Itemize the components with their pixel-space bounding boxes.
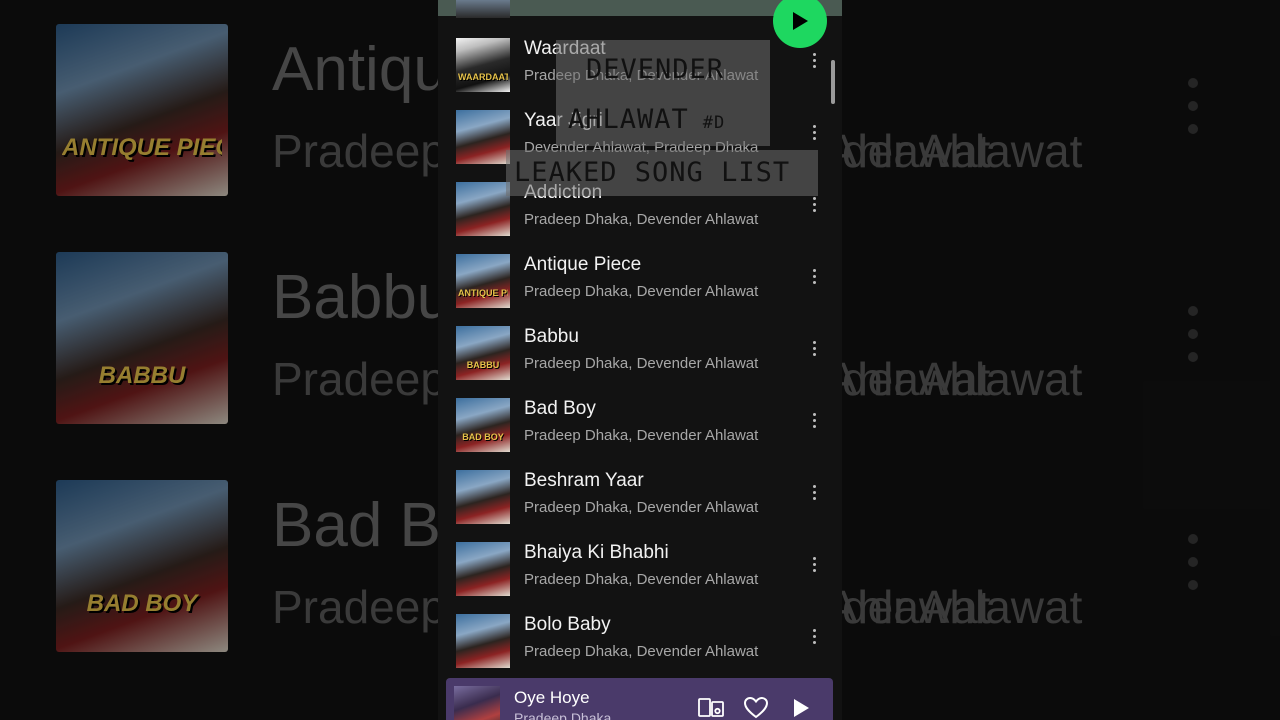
track-title: Beshram Yaar bbox=[524, 470, 644, 491]
track-artist: Pradeep Dhaka, Devender Ahlawat bbox=[524, 643, 759, 660]
more-vertical-icon[interactable] bbox=[804, 552, 824, 576]
more-vertical-icon[interactable] bbox=[804, 624, 824, 648]
heart-icon bbox=[743, 696, 769, 719]
more-vertical-icon[interactable] bbox=[804, 408, 824, 432]
track-artist: Pradeep Dhaka, Devender Ahlawat bbox=[524, 571, 759, 588]
play-icon bbox=[793, 12, 808, 30]
devices-button[interactable] bbox=[696, 694, 726, 720]
mini-play-button[interactable] bbox=[786, 694, 816, 720]
album-art-label: WAARDAAT bbox=[458, 72, 508, 82]
track-title: Antique Piece bbox=[524, 254, 642, 275]
track-album-art bbox=[456, 110, 510, 164]
track-artist: Pradeep Dhaka, Devender Ahlawat bbox=[524, 355, 759, 372]
track-album-art: BAD BOY bbox=[456, 398, 510, 452]
more-vertical-icon[interactable] bbox=[804, 480, 824, 504]
track-row[interactable]: Bolo Baby Pradeep Dhaka, Devender Ahlawat bbox=[438, 612, 842, 684]
more-vertical-icon[interactable] bbox=[804, 120, 824, 144]
track-row[interactable]: BAD BOY Bad Boy Pradeep Dhaka, Devender Ah… bbox=[438, 396, 842, 468]
album-art-label: BAD BOY bbox=[462, 432, 504, 442]
album-art-label: ANTIQUE PIECE bbox=[458, 288, 508, 298]
track-album-art: BABBU bbox=[456, 326, 510, 380]
track-title: Bolo Baby bbox=[524, 614, 611, 635]
track-album-art bbox=[456, 470, 510, 524]
caption-line-2-suffix: #D bbox=[702, 113, 726, 133]
track-row[interactable]: BABBU Babbu Pradeep Dhaka, Devender Ahlawa… bbox=[438, 324, 842, 396]
track-artist: Pradeep Dhaka, Devender Ahlawat bbox=[524, 427, 759, 444]
caption-line-2: AHLAWAT #D bbox=[556, 94, 770, 146]
more-vertical-icon[interactable] bbox=[804, 336, 824, 360]
album-art-label: BABBU bbox=[466, 360, 500, 370]
caption-line-2-text: AHLAWAT bbox=[568, 104, 689, 135]
track-artist: Pradeep Dhaka, Devender Ahlawat bbox=[524, 499, 759, 516]
like-button[interactable] bbox=[741, 694, 771, 720]
track-album-art bbox=[456, 542, 510, 596]
track-artist: Pradeep Dhaka, Devender Ahlawat bbox=[524, 283, 759, 300]
track-row[interactable]: ANTIQUE PIECE Antique Piece Pradeep Dhaka,… bbox=[438, 252, 842, 324]
track-artist: Pradeep Dhaka, Devender Ahlawat bbox=[524, 211, 759, 228]
more-vertical-icon[interactable] bbox=[804, 48, 824, 72]
track-album-art bbox=[456, 614, 510, 668]
devices-icon bbox=[698, 698, 724, 717]
track-title: Bhaiya Ki Bhabhi bbox=[524, 542, 669, 563]
play-icon bbox=[794, 699, 809, 717]
track-title: Bad Boy bbox=[524, 398, 596, 419]
now-playing-art bbox=[454, 686, 500, 720]
caption-line-1: DEVENDER bbox=[556, 40, 770, 94]
more-vertical-icon[interactable] bbox=[804, 264, 824, 288]
scrollbar[interactable] bbox=[831, 60, 835, 104]
caption-line-3: LEAKED SONG LIST bbox=[506, 150, 818, 196]
track-row[interactable]: Beshram Yaar Pradeep Dhaka, Devender Ahla… bbox=[438, 468, 842, 540]
track-album-art bbox=[456, 182, 510, 236]
track-album-art: ANTIQUE PIECE bbox=[456, 254, 510, 308]
track-album-art: WAARDAAT bbox=[456, 38, 510, 92]
previous-track-art bbox=[456, 0, 510, 18]
track-row[interactable]: Bhaiya Ki Bhabhi Pradeep Dhaka, Devender … bbox=[438, 540, 842, 612]
mini-player[interactable]: Oye Hoye Pradeep Dhaka bbox=[446, 678, 833, 720]
now-playing-title: Oye Hoye bbox=[514, 688, 590, 707]
track-title: Babbu bbox=[524, 326, 579, 347]
now-playing-artist: Pradeep Dhaka bbox=[514, 710, 612, 720]
